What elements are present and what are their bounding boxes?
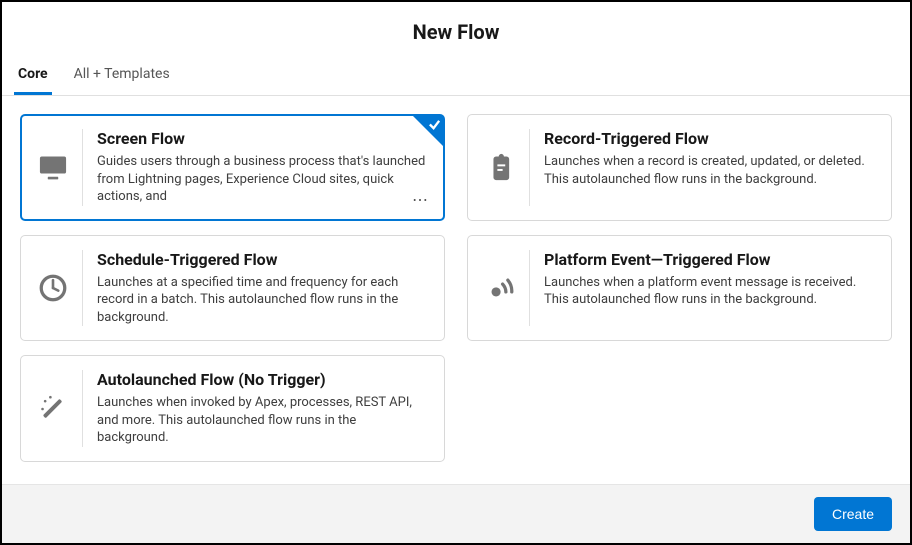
clipboard-icon xyxy=(482,129,530,206)
card-description: Launches when invoked by Apex, processes… xyxy=(97,394,430,447)
flow-type-grid: Screen Flow Guides users through a busin… xyxy=(2,96,910,484)
card-description: Launches when a platform event message i… xyxy=(544,274,877,309)
create-button[interactable]: Create xyxy=(814,497,892,531)
magic-wand-icon xyxy=(35,370,83,447)
selected-corner xyxy=(413,116,443,146)
card-screen-flow[interactable]: Screen Flow Guides users through a busin… xyxy=(20,114,445,221)
dialog-title: New Flow xyxy=(2,20,910,44)
card-description: Launches at a specified time and frequen… xyxy=(97,274,430,327)
tab-bar: Core All + Templates xyxy=(2,56,910,96)
card-title: Schedule-Triggered Flow xyxy=(97,250,430,269)
signal-icon xyxy=(482,250,530,327)
monitor-icon xyxy=(35,129,83,206)
card-platform-event-flow[interactable]: Platform Event—Triggered Flow Launches w… xyxy=(467,235,892,342)
ellipsis-icon: ⋯ xyxy=(412,190,429,209)
card-title: Platform Event—Triggered Flow xyxy=(544,250,877,269)
card-record-triggered-flow[interactable]: Record-Triggered Flow Launches when a re… xyxy=(467,114,892,221)
card-description: Guides users through a business process … xyxy=(97,153,430,206)
clock-icon xyxy=(35,250,83,327)
card-schedule-triggered-flow[interactable]: Schedule-Triggered Flow Launches at a sp… xyxy=(20,235,445,342)
checkmark-icon xyxy=(428,118,441,131)
card-autolaunched-flow[interactable]: Autolaunched Flow (No Trigger) Launches … xyxy=(20,355,445,462)
tab-all-templates[interactable]: All + Templates xyxy=(70,56,174,95)
dialog-footer: Create xyxy=(2,484,910,543)
card-title: Autolaunched Flow (No Trigger) xyxy=(97,370,430,389)
dialog-header: New Flow xyxy=(2,2,910,56)
card-description: Launches when a record is created, updat… xyxy=(544,153,877,188)
card-title: Record-Triggered Flow xyxy=(544,129,877,148)
tab-core[interactable]: Core xyxy=(14,56,52,95)
card-title: Screen Flow xyxy=(97,129,430,148)
